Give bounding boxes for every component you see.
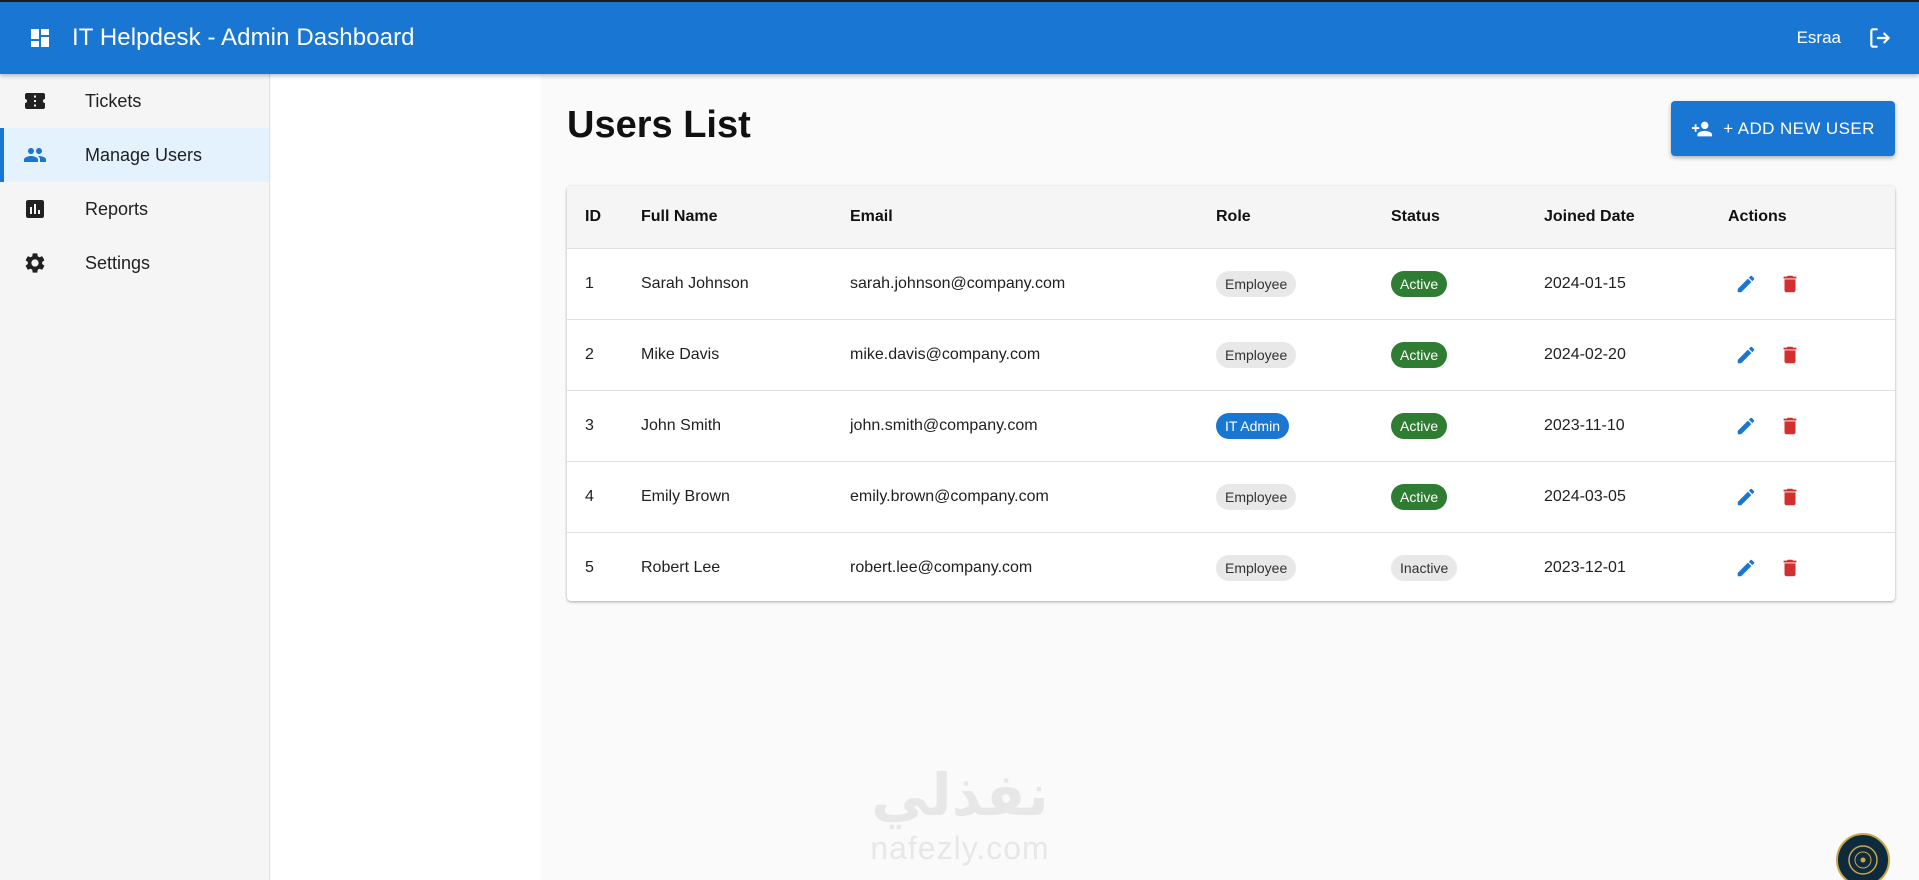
cell-role: Employee	[1216, 319, 1391, 391]
role-chip: IT Admin	[1216, 412, 1289, 439]
sidebar: Tickets Manage Users Reports Settings	[0, 74, 270, 880]
cell-email: emily.brown@company.com	[850, 461, 1216, 533]
cell-status: Active	[1391, 248, 1544, 320]
app-title: IT Helpdesk - Admin Dashboard	[72, 24, 415, 51]
users-table: ID Full Name Email Role Status Joined Da…	[567, 186, 1895, 601]
ticket-icon	[23, 89, 47, 113]
seal-icon	[1836, 833, 1890, 880]
column-header-actions: Actions	[1728, 186, 1895, 249]
cell-status: Inactive	[1391, 532, 1544, 601]
main-content: Users List + ADD NEW USER ID Full Name E…	[541, 74, 1919, 880]
sidebar-item-label: Tickets	[85, 90, 142, 111]
edit-icon[interactable]	[1735, 486, 1757, 508]
watermark-logo: نفذلي nafezly.com	[855, 760, 1065, 880]
cell-id: 4	[567, 461, 641, 533]
status-badge: Inactive	[1391, 554, 1458, 581]
gear-icon	[23, 251, 47, 275]
watermark-latin: nafezly.com	[870, 830, 1050, 866]
people-icon	[23, 143, 47, 167]
cell-status: Active	[1391, 461, 1544, 533]
cell-full-name: Sarah Johnson	[641, 248, 850, 320]
cell-full-name: John Smith	[641, 390, 850, 462]
users-table-card: ID Full Name Email Role Status Joined Da…	[567, 186, 1895, 601]
edit-icon[interactable]	[1735, 415, 1757, 437]
cell-id: 1	[567, 248, 641, 320]
delete-icon[interactable]	[1779, 557, 1801, 579]
column-header-role: Role	[1216, 186, 1391, 249]
cell-email: john.smith@company.com	[850, 390, 1216, 462]
delete-icon[interactable]	[1779, 273, 1801, 295]
cell-joined-date: 2024-01-15	[1544, 248, 1728, 320]
cell-actions	[1728, 461, 1895, 533]
cell-email: robert.lee@company.com	[850, 558, 1033, 576]
cell-role: Employee	[1216, 532, 1391, 601]
role-chip: Employee	[1216, 270, 1297, 297]
cell-actions	[1728, 532, 1895, 601]
edit-icon[interactable]	[1735, 344, 1757, 366]
cell-actions	[1728, 319, 1895, 391]
cell-id: 3	[567, 390, 641, 462]
column-header-email: Email	[850, 186, 1216, 249]
add-new-user-label: + ADD NEW USER	[1723, 118, 1875, 138]
cell-actions	[1728, 248, 1895, 320]
table-row: 1 Sarah Johnson sarah.johnson@company.co…	[567, 248, 1895, 320]
table-row: 2 Mike Davis mike.davis@company.com Empl…	[567, 319, 1895, 391]
cell-id: 2	[567, 319, 641, 391]
cell-status: Active	[1391, 390, 1544, 462]
cell-role: IT Admin	[1216, 390, 1391, 462]
table-row: 5 Robert Lee robert.lee@company.com Empl…	[567, 532, 1895, 601]
add-new-user-button[interactable]: + ADD NEW USER	[1671, 101, 1895, 156]
username-label: Esraa	[1796, 28, 1841, 47]
cell-full-name: Mike Davis	[641, 319, 850, 391]
app-bar: IT Helpdesk - Admin Dashboard Esraa	[0, 0, 1919, 74]
content-gap	[271, 74, 541, 880]
bar-chart-icon	[23, 197, 47, 221]
column-header-joined-date: Joined Date	[1544, 186, 1728, 249]
sidebar-item-label: Reports	[85, 198, 149, 219]
role-chip: Employee	[1216, 341, 1297, 368]
column-header-id: ID	[567, 186, 641, 249]
table-header-row: ID Full Name Email Role Status Joined Da…	[567, 186, 1895, 249]
sidebar-item-label: Manage Users	[85, 144, 203, 165]
dashboard-icon	[28, 26, 52, 50]
cell-email: sarah.johnson@company.com	[850, 248, 1216, 320]
sidebar-item-label: Settings	[85, 252, 151, 273]
cell-status: Active	[1391, 319, 1544, 391]
status-badge: Active	[1391, 483, 1448, 510]
status-badge: Active	[1391, 412, 1448, 439]
watermark-arabic: نفذلي	[871, 761, 1049, 829]
page-title: Users List	[567, 104, 751, 146]
status-badge: Active	[1391, 341, 1448, 368]
role-chip: Employee	[1216, 483, 1297, 510]
cell-role: Employee	[1216, 248, 1391, 320]
table-row: 4 Emily Brown emily.brown@company.com Em…	[567, 461, 1895, 533]
sidebar-item-tickets[interactable]: Tickets	[0, 74, 269, 128]
cell-full-name: Emily Brown	[641, 461, 850, 533]
column-header-status: Status	[1391, 186, 1544, 249]
cell-id: 5	[585, 558, 594, 576]
edit-icon[interactable]	[1735, 557, 1757, 579]
sidebar-item-reports[interactable]: Reports	[0, 182, 269, 236]
cell-joined-date: 2023-12-01	[1544, 558, 1626, 576]
sidebar-item-settings[interactable]: Settings	[0, 236, 269, 290]
cell-email: mike.davis@company.com	[850, 319, 1216, 391]
delete-icon[interactable]	[1779, 486, 1801, 508]
cell-role: Employee	[1216, 461, 1391, 533]
person-add-icon	[1691, 118, 1713, 140]
edit-icon[interactable]	[1735, 273, 1757, 295]
cell-joined-date: 2023-11-10	[1544, 390, 1728, 462]
cell-joined-date: 2024-03-05	[1544, 461, 1728, 533]
sidebar-item-manage-users[interactable]: Manage Users	[0, 128, 269, 182]
cell-actions	[1728, 390, 1895, 462]
delete-icon[interactable]	[1779, 344, 1801, 366]
cell-full-name: Robert Lee	[641, 558, 721, 576]
role-chip: Employee	[1216, 554, 1297, 581]
table-row: 3 John Smith john.smith@company.com IT A…	[567, 390, 1895, 462]
status-badge: Active	[1391, 270, 1448, 297]
column-header-full-name: Full Name	[641, 186, 850, 249]
cell-joined-date: 2024-02-20	[1544, 319, 1728, 391]
delete-icon[interactable]	[1779, 415, 1801, 437]
logout-icon[interactable]	[1867, 25, 1893, 51]
